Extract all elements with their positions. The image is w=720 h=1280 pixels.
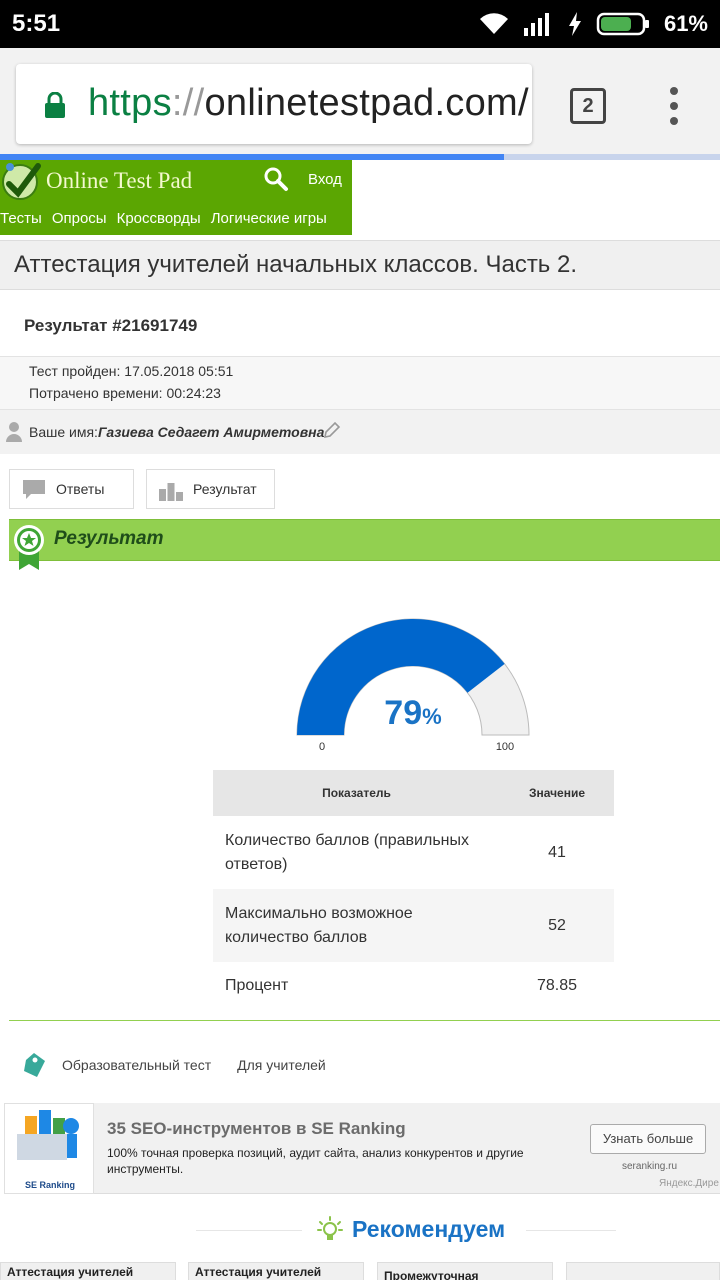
ad-image[interactable]: SE Ranking xyxy=(4,1103,94,1194)
recommend-header: Рекомендуем xyxy=(0,1210,720,1250)
user-name-value: Газиева Седагет Амирметовна xyxy=(98,424,325,440)
status-icons: 61% xyxy=(478,10,708,38)
ad-illustration-icon xyxy=(17,1110,79,1160)
row-value: 41 xyxy=(548,843,566,861)
passed-label: Тест пройден: xyxy=(29,363,121,379)
recommend-divider-left xyxy=(196,1230,302,1231)
recommend-divider-right xyxy=(526,1230,616,1231)
time-spent-row: Потрачено времени: 00:24:23 xyxy=(29,385,221,401)
user-name-label: Ваше имя: xyxy=(29,424,98,440)
status-time: 5:51 xyxy=(12,10,61,37)
site-header: Online Test Pad Вход Тесты Опросы Кроссв… xyxy=(0,160,352,235)
passed-value: 17.05.2018 05:51 xyxy=(124,363,234,379)
podium-icon xyxy=(159,483,183,501)
nav-item-crosswords[interactable]: Кроссворды xyxy=(117,210,201,227)
url-host: onlinetestpad.com/ xyxy=(204,82,529,124)
ad-banner[interactable]: SE Ranking 35 SEO-инструментов в SE Rank… xyxy=(4,1103,720,1194)
lock-icon xyxy=(45,92,65,118)
nav-item-surveys[interactable]: Опросы xyxy=(52,210,107,227)
search-icon[interactable] xyxy=(263,166,289,192)
login-link[interactable]: Вход xyxy=(308,171,342,188)
result-id: Результат #21691749 xyxy=(24,316,198,335)
table-row: Количество баллов (правильных ответов) 4… xyxy=(213,816,614,889)
site-name[interactable]: Online Test Pad xyxy=(46,168,192,194)
answers-button[interactable]: Ответы xyxy=(9,469,134,509)
section-divider xyxy=(9,1020,720,1021)
table-header-row: Показатель Значение xyxy=(213,770,614,816)
recommend-card-1[interactable]: Аттестация учителей xyxy=(0,1262,176,1280)
row-value: 52 xyxy=(500,889,614,962)
header-indicator: Показатель xyxy=(213,770,500,816)
overflow-menu-icon[interactable] xyxy=(664,86,684,126)
gauge-unit: % xyxy=(422,704,442,729)
url-text[interactable]: https://onlinetestpad.com/ xyxy=(88,82,529,125)
wifi-icon xyxy=(479,13,508,35)
result-section-title: Результат xyxy=(54,528,164,549)
url-separator: :// xyxy=(171,82,205,124)
site-logo-icon[interactable] xyxy=(0,160,44,204)
answers-button-label: Ответы xyxy=(56,481,105,497)
tag-educational-test[interactable]: Образовательный тест xyxy=(62,1057,211,1073)
result-button[interactable]: Результат xyxy=(146,469,275,509)
gauge-max-label: 100 xyxy=(496,741,514,753)
user-icon xyxy=(6,422,22,442)
signal-icon xyxy=(523,13,549,36)
site-nav: Тесты Опросы Кроссворды Логические игры xyxy=(0,210,327,227)
result-section-header: Результат xyxy=(9,519,720,570)
address-bar[interactable]: https://onlinetestpad.com/ xyxy=(16,64,532,144)
battery-percent: 61% xyxy=(663,11,708,36)
test-meta: Тест пройден: 17.05.2018 05:51 Потрачено… xyxy=(0,356,720,410)
test-tags: Образовательный тест Для учителей xyxy=(22,1052,352,1078)
charging-icon xyxy=(568,12,581,36)
lightbulb-icon xyxy=(317,1216,343,1240)
page-title: Аттестация учителей начальных классов. Ч… xyxy=(14,251,577,278)
ad-learn-more-button[interactable]: Узнать больше xyxy=(590,1124,706,1154)
browser-toolbar: https://onlinetestpad.com/ 2 xyxy=(0,48,720,160)
gauge-value-text: 79% xyxy=(384,694,441,732)
gauge-value: 79 xyxy=(384,694,422,732)
recommend-card-2[interactable]: Аттестация учителей xyxy=(188,1262,364,1280)
recommend-card-3[interactable]: Промежуточная xyxy=(377,1262,553,1280)
passed-row: Тест пройден: 17.05.2018 05:51 xyxy=(29,363,233,379)
tag-icon xyxy=(24,1053,45,1077)
user-name-row: Ваше имя: Газиева Седагет Амирметовна xyxy=(0,410,720,454)
row-label: Максимально возможное количество баллов xyxy=(213,889,500,962)
recommend-title: Рекомендуем xyxy=(352,1216,506,1242)
award-badge-icon xyxy=(14,525,44,570)
time-spent-value: 00:24:23 xyxy=(166,385,221,401)
page-title-bar: Аттестация учителей начальных классов. Ч… xyxy=(0,240,720,290)
nav-item-tests[interactable]: Тесты xyxy=(0,210,42,227)
ad-title[interactable]: 35 SEO-инструментов в SE Ranking xyxy=(107,1119,406,1139)
nav-item-logic-games[interactable]: Логические игры xyxy=(211,210,327,227)
tag-for-teachers[interactable]: Для учителей xyxy=(237,1057,326,1073)
ad-logo-text: SE Ranking xyxy=(25,1180,76,1190)
tab-switcher-button[interactable]: 2 xyxy=(570,88,606,124)
table-row: Максимально возможное количество баллов … xyxy=(213,889,614,962)
ad-domain[interactable]: seranking.ru xyxy=(622,1161,677,1172)
row-label: Количество баллов (правильных ответов) xyxy=(225,831,469,873)
battery-icon xyxy=(596,12,649,36)
ad-text: 100% точная проверка позиций, аудит сайт… xyxy=(107,1146,524,1176)
recommend-card-4[interactable] xyxy=(566,1262,720,1280)
pencil-icon[interactable] xyxy=(323,421,341,439)
table-row: Процент 78.85 xyxy=(213,962,614,1010)
speech-bubble-icon xyxy=(23,480,45,499)
score-table: Показатель Значение Количество баллов (п… xyxy=(213,770,614,1010)
ad-source[interactable]: Яндекс.Дирe xyxy=(659,1178,719,1189)
status-bar: 5:51 61% xyxy=(0,0,720,48)
score-gauge: 79% 0 100 xyxy=(296,618,530,753)
header-value: Значение xyxy=(500,770,614,816)
time-spent-label: Потрачено времени: xyxy=(29,385,163,401)
row-label: Процент xyxy=(225,977,289,994)
row-value: 78.85 xyxy=(536,977,578,994)
url-scheme: https xyxy=(88,82,172,124)
gauge-min-label: 0 xyxy=(319,741,325,753)
result-button-label: Результат xyxy=(193,481,257,497)
